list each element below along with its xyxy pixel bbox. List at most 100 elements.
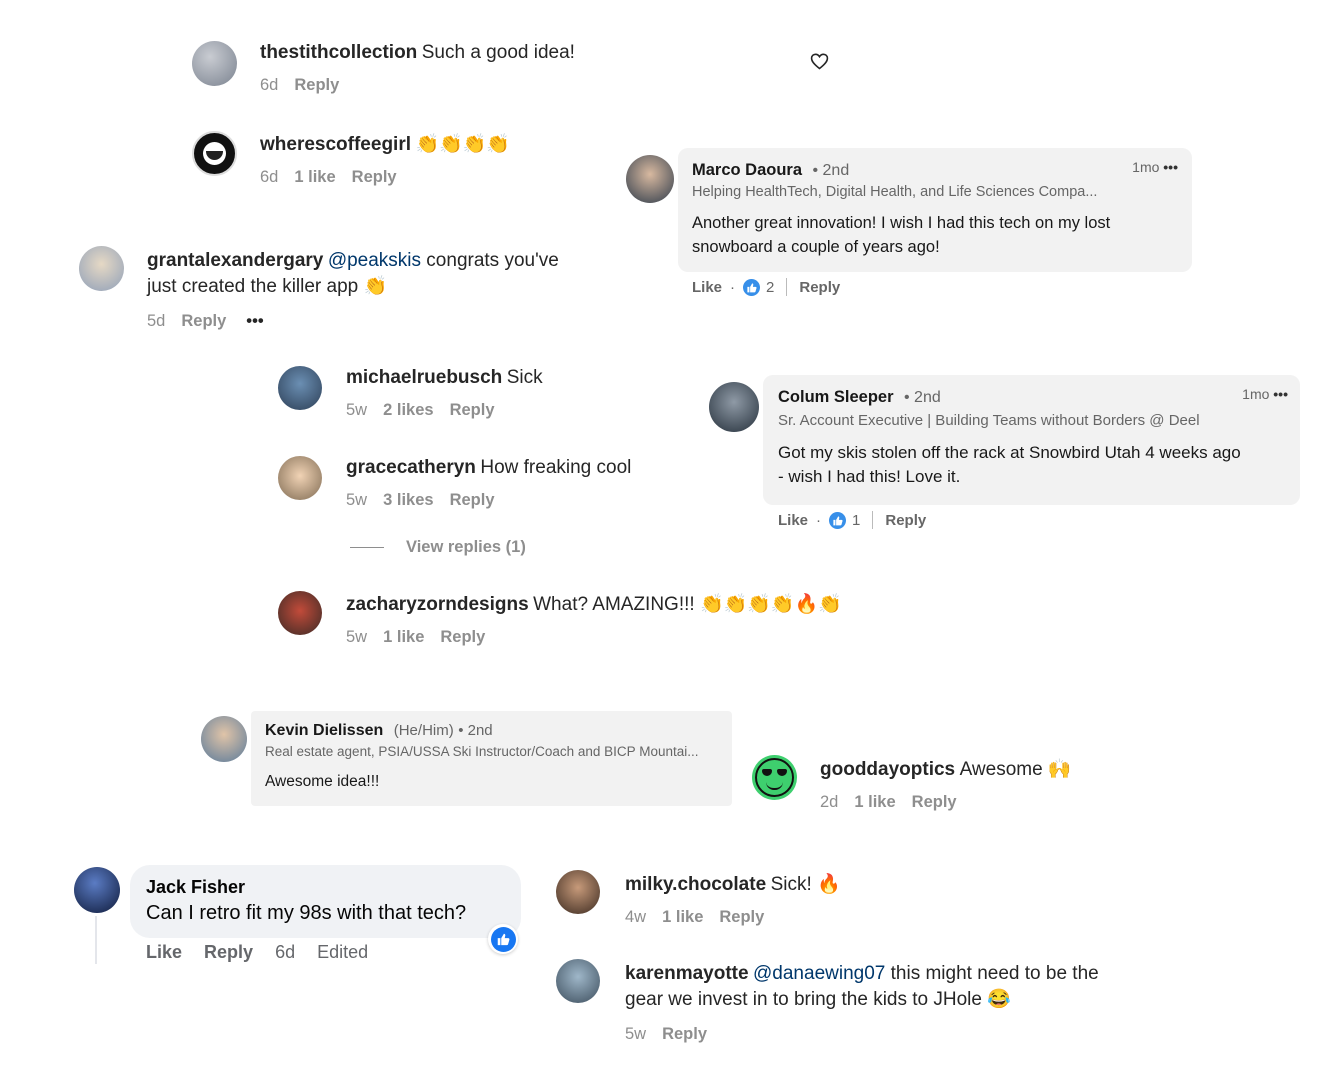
username[interactable]: thestithcollection [260,42,417,63]
thread-line [95,916,97,964]
likes-count[interactable]: 2 likes [383,401,433,419]
timestamp: 5w [346,628,368,646]
avatar[interactable] [626,155,674,203]
reply-button[interactable]: Reply [662,1025,707,1043]
reply-button[interactable]: Reply [440,628,485,646]
comment-card-marco-daoura: Marco Daoura • 2nd 1mo ••• Helping Healt… [678,148,1192,272]
timestamp: 5w [346,491,368,509]
avatar[interactable] [709,382,759,432]
avatar[interactable] [192,41,237,86]
divider [872,511,874,529]
edited-label: Edited [317,942,369,962]
username[interactable]: milky.chocolate [625,874,766,895]
avatar[interactable] [74,867,120,913]
like-button[interactable]: Like [778,512,808,529]
avatar[interactable] [278,591,322,635]
comment-text-cont: just created the killer app 👏 [147,276,388,297]
separator-dot: · [730,278,736,296]
reply-button[interactable]: Reply [181,312,226,330]
likes-count[interactable]: 3 likes [383,491,433,509]
comment-actions: Like Reply 6d Edited [146,942,390,963]
comment-text: How freaking cool [480,457,632,478]
headline: Real estate agent, PSIA/USSA Ski Instruc… [265,744,699,759]
pronouns: (He/Him) [393,722,454,739]
mention-link[interactable]: @danaewing07 [753,963,885,984]
avatar[interactable] [79,246,124,291]
reply-button[interactable]: Reply [450,491,495,509]
username[interactable]: grantalexandergary [147,250,323,271]
thumbs-up-reaction-icon [743,278,761,296]
comment-text: Can I retro fit my 98s with that tech? [146,902,467,924]
reply-button[interactable]: Reply [352,168,397,186]
reply-button[interactable]: Reply [719,908,764,926]
comment-text: Sick [506,367,543,388]
comment-card-colum-sleeper: Colum Sleeper • 2nd 1mo ••• Sr. Account … [763,375,1300,505]
commenter-name[interactable]: Kevin Dielissen [265,722,383,739]
username[interactable]: zacharyzorndesigns [346,594,529,615]
comment-text: Awesome 🙌 [959,759,1072,780]
like-button[interactable]: Like [692,279,722,296]
likes-count[interactable]: 1 like [383,628,424,646]
reply-button[interactable]: Reply [885,512,926,529]
more-options-icon[interactable]: ••• [1273,386,1288,402]
comment-wherescoffeegirl: wherescoffeegirl 👏👏👏👏 6d 1 like Reply [260,132,510,187]
divider [350,547,384,548]
avatar[interactable] [556,959,600,1003]
view-replies-label: View replies (1) [406,538,526,556]
avatar[interactable] [278,366,322,410]
avatar[interactable] [556,870,600,914]
comment-text: Awesome idea!!! [265,773,380,790]
comment-text: Sick! 🔥 [770,874,841,895]
username[interactable]: karenmayotte [625,963,749,984]
comment-bubble-jack-fisher: Jack Fisher Can I retro fit my 98s with … [130,865,521,938]
reply-button[interactable]: Reply [912,793,957,811]
reply-button[interactable]: Reply [294,76,339,94]
timestamp: 1mo [1132,159,1160,175]
avatar[interactable] [278,456,322,500]
timestamp: 6d [260,168,279,186]
likes-count[interactable]: 1 like [854,793,895,811]
comment-gracecatheryn: gracecatheryn How freaking cool 5w 3 like… [346,457,631,510]
likes-count[interactable]: 1 like [294,168,335,186]
reaction-count[interactable]: 1 [852,512,860,529]
avatar[interactable] [201,716,247,762]
username[interactable]: gooddayoptics [820,759,955,780]
comment-actions: Like · 2 Reply [692,278,840,296]
commenter-name[interactable]: Marco Daoura [692,161,802,179]
comment-karenmayotte: karenmayotte @danaewing07 this might nee… [625,961,1145,1044]
like-button[interactable]: Like [146,942,182,962]
comment-zacharyzorndesigns: zacharyzorndesigns What? AMAZING!!! 👏👏👏👏… [346,592,842,647]
comment-grantalexandergary: grantalexandergary @peakskis congrats yo… [147,248,607,331]
reaction-count[interactable]: 2 [766,279,774,296]
reply-button[interactable]: Reply [450,401,495,419]
comment-text-cont: - wish I had this! Love it. [778,467,961,486]
timestamp[interactable]: 6d [275,942,295,962]
username[interactable]: michaelruebusch [346,367,502,388]
avatar[interactable] [192,131,237,176]
heart-icon[interactable] [810,52,829,75]
more-options-icon[interactable]: ••• [1163,159,1178,175]
more-options-icon[interactable]: ••• [246,312,263,330]
timestamp: 6d [260,76,279,94]
like-reaction-icon[interactable] [488,924,518,954]
view-replies-button[interactable]: View replies (1) [350,538,526,557]
comment-text: 👏👏👏👏 [415,134,511,155]
comment-text: this might need to be the [885,963,1099,984]
comment-text-cont: gear we invest in to bring the kids to J… [625,989,1011,1010]
connection-degree: • 2nd [458,722,493,739]
mention-link[interactable]: @peakskis [328,250,421,271]
likes-count[interactable]: 1 like [662,908,703,926]
headline: Sr. Account Executive | Building Teams w… [778,412,1200,429]
timestamp: 1mo [1242,386,1270,402]
commenter-name[interactable]: Colum Sleeper [778,388,894,406]
timestamp: 5w [346,401,368,419]
divider [786,278,788,296]
avatar[interactable] [752,755,797,800]
reply-button[interactable]: Reply [799,279,840,296]
username[interactable]: wherescoffeegirl [260,134,411,155]
timestamp: 2d [820,793,839,811]
commenter-name[interactable]: Jack Fisher [146,877,245,898]
timestamp: 4w [625,908,647,926]
reply-button[interactable]: Reply [204,942,253,962]
username[interactable]: gracecatheryn [346,457,476,478]
